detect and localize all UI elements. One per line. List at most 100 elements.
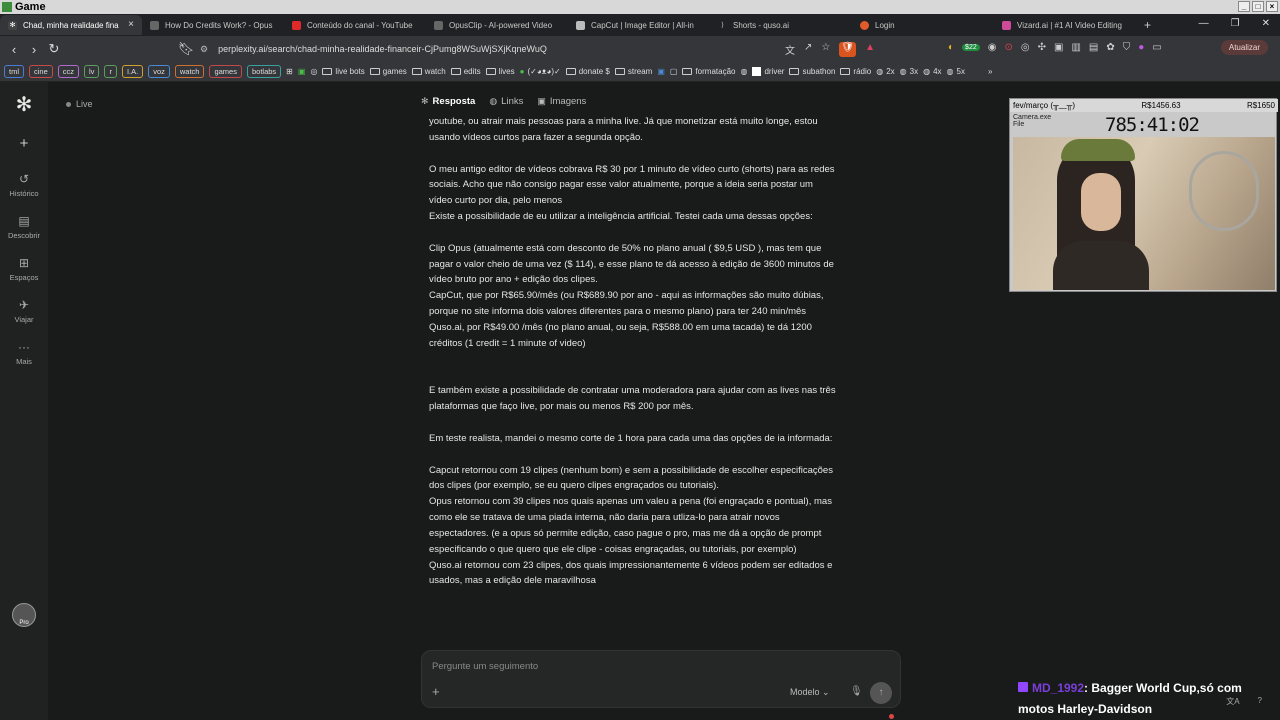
bookmark-icon[interactable]: ▣ xyxy=(298,67,306,76)
vpn-icon[interactable]: ⛉ xyxy=(1123,42,1131,53)
close-window-button[interactable]: × xyxy=(1266,1,1278,12)
live-indicator[interactable]: Live xyxy=(66,99,93,109)
extension-icon[interactable]: ◉ xyxy=(988,42,997,53)
back-icon[interactable]: ‹ xyxy=(4,42,24,57)
sidebar-item-mais[interactable]: ··· Mais xyxy=(0,340,48,366)
maximize-button[interactable]: □ xyxy=(1252,1,1264,12)
spaces-icon: ⊞ xyxy=(18,256,30,270)
bookmark-link[interactable]: ◍ 4x xyxy=(923,67,941,76)
star-icon[interactable]: ☆ xyxy=(821,42,830,57)
translate-icon[interactable]: 文A xyxy=(1226,696,1239,707)
bookmark-chip[interactable]: lv xyxy=(84,65,100,78)
help-icon[interactable]: ? xyxy=(1258,696,1262,707)
translate-icon[interactable]: 文 xyxy=(785,42,795,57)
tab-opus-credits[interactable]: How Do Credits Work? - Opus xyxy=(142,15,284,35)
vizard-icon xyxy=(1002,20,1011,30)
avatar[interactable]: Pro xyxy=(12,603,36,627)
wallet-badge[interactable]: $22 xyxy=(962,44,980,51)
tab-resposta[interactable]: ✻ Resposta xyxy=(421,96,475,107)
tab-capcut[interactable]: CapCut | Image Editor | All-in xyxy=(568,15,710,35)
bookmark-folder[interactable]: watch xyxy=(411,67,446,76)
new-thread-button[interactable]: + xyxy=(14,134,34,154)
corner-controls: 文A ? xyxy=(1226,696,1262,707)
bookmark-chip[interactable]: games xyxy=(209,65,242,78)
extension-icon[interactable]: ◎ xyxy=(1021,42,1030,53)
bookmark-link[interactable]: ● (✓◕ᴥ◕)✓ xyxy=(520,67,561,76)
bookmark-chip[interactable]: cine xyxy=(29,65,53,78)
bookmark-link[interactable]: ◍ 3x xyxy=(900,67,918,76)
tab-imagens[interactable]: ▣ Imagens xyxy=(537,96,586,107)
chair-shape xyxy=(1189,151,1259,231)
extension-icon[interactable]: ▣ xyxy=(1054,42,1063,53)
bookmark-folder[interactable]: games xyxy=(369,67,407,76)
more-bookmarks-icon[interactable]: » xyxy=(988,67,992,76)
share-icon[interactable]: ↗ xyxy=(804,42,812,57)
restore-icon[interactable]: ❐ xyxy=(1231,18,1240,29)
puzzle-icon[interactable]: ✣ xyxy=(1038,42,1046,53)
sidebar-item-espacos[interactable]: ⊞ Espaços xyxy=(0,256,48,282)
extension-icon[interactable]: ◐ xyxy=(948,42,954,53)
bookmark-folder[interactable]: stream xyxy=(614,67,652,76)
tab-perplexity[interactable]: ✻ Chad, minha realidade fina × xyxy=(0,15,142,35)
bookmark-folder[interactable]: lives xyxy=(485,67,515,76)
followup-box[interactable]: Pergunte um seguimento + Modelo ⌄ 🎙︎ ↑ xyxy=(421,650,901,708)
apps-grid-icon[interactable]: ⊞ xyxy=(286,67,293,76)
bookmark-chip[interactable]: I.A. xyxy=(121,65,144,78)
bookmark-chip[interactable]: voz xyxy=(148,65,170,78)
bookmark-folder[interactable]: rádio xyxy=(840,67,871,76)
model-selector[interactable]: Modelo ⌄ xyxy=(790,687,830,698)
new-tab-icon[interactable]: + xyxy=(1144,18,1151,32)
reload-icon[interactable]: ↻ xyxy=(44,41,64,57)
brave-shield-icon[interactable]: 🛡 xyxy=(839,42,857,57)
tab-quso[interactable]: ⟩ Shorts - quso.ai xyxy=(710,15,852,35)
wallet-icon[interactable]: ▭ xyxy=(1152,42,1161,53)
extension-icon[interactable]: ● xyxy=(1138,42,1144,53)
minimize-button[interactable]: _ xyxy=(1238,1,1250,12)
bookmark-icon[interactable]: ▢ xyxy=(670,67,678,76)
bookmark-icon[interactable]: ▣ xyxy=(657,67,665,76)
quso-icon: ⟩ xyxy=(721,22,724,29)
close-icon[interactable]: ✕ xyxy=(1262,18,1270,29)
followup-input[interactable]: Pergunte um seguimento xyxy=(432,661,538,672)
bookmark-link[interactable]: ◍ 2x xyxy=(876,67,894,76)
mic-icon[interactable]: 🎙︎ xyxy=(850,686,863,697)
send-button[interactable]: ↑ xyxy=(870,682,892,704)
bookmark-chip[interactable]: r xyxy=(104,65,117,78)
tab-vizard[interactable]: Vizard.ai | #1 AI Video Editing xyxy=(994,15,1136,35)
bookmark-icon[interactable]: 🔖︎ xyxy=(176,41,196,57)
text-line: porque no site informa dois valores dife… xyxy=(429,306,807,318)
extension-icon[interactable]: ✿ xyxy=(1106,42,1114,53)
attach-icon[interactable]: + xyxy=(432,684,440,699)
forward-icon[interactable]: › xyxy=(24,42,44,57)
bookmark-folder[interactable]: subathon xyxy=(789,67,835,76)
bookmark-chip[interactable]: ccz xyxy=(57,65,80,78)
tab-login[interactable]: Login xyxy=(852,15,994,35)
bookmark-chip[interactable]: botlabs xyxy=(246,65,282,78)
bookmark-chip[interactable]: watch xyxy=(174,65,205,78)
bookmark-icon[interactable]: ◎ xyxy=(310,67,317,76)
close-tab-icon[interactable]: × xyxy=(128,19,134,30)
perplexity-logo-icon[interactable]: ✻ xyxy=(13,94,35,116)
bookmark-folder[interactable]: live bots xyxy=(322,67,365,76)
bookmark-link[interactable]: ◍ 5x xyxy=(947,67,965,76)
sidebar-item-historico[interactable]: ↺ Histórico xyxy=(0,172,48,198)
bookmark-link[interactable]: driver xyxy=(752,67,784,76)
bookmark-folder[interactable]: formatação xyxy=(682,67,735,76)
record-icon[interactable]: ⊙ xyxy=(1004,42,1012,53)
tab-links[interactable]: ◍ Links xyxy=(489,96,523,107)
extension-icon[interactable]: ▤ xyxy=(1089,42,1098,53)
bookmark-folder[interactable]: edits xyxy=(450,67,481,76)
sidebar-item-descobrir[interactable]: ▤ Descobrir xyxy=(0,214,48,240)
minimize-icon[interactable]: — xyxy=(1199,18,1209,29)
camera-window-title: Camera.exe File xyxy=(1013,114,1052,128)
bookmark-icon[interactable]: ◍ xyxy=(740,67,747,76)
brave-rewards-icon[interactable]: ▲ xyxy=(865,42,875,57)
site-info-icon[interactable]: ⚙ xyxy=(200,44,208,55)
update-button[interactable]: Atualizar xyxy=(1220,40,1268,55)
bookmark-chip[interactable]: tml xyxy=(4,65,24,78)
sidebar-item-viajar[interactable]: ✈ Viajar xyxy=(0,298,48,324)
tab-youtube[interactable]: Conteúdo do canal - YouTube xyxy=(284,15,426,35)
tab-opusclip[interactable]: OpusClip - AI-powered Video xyxy=(426,15,568,35)
sidebar-toggle-icon[interactable]: ▥ xyxy=(1071,42,1080,53)
bookmark-folder[interactable]: donate $ xyxy=(565,67,610,76)
